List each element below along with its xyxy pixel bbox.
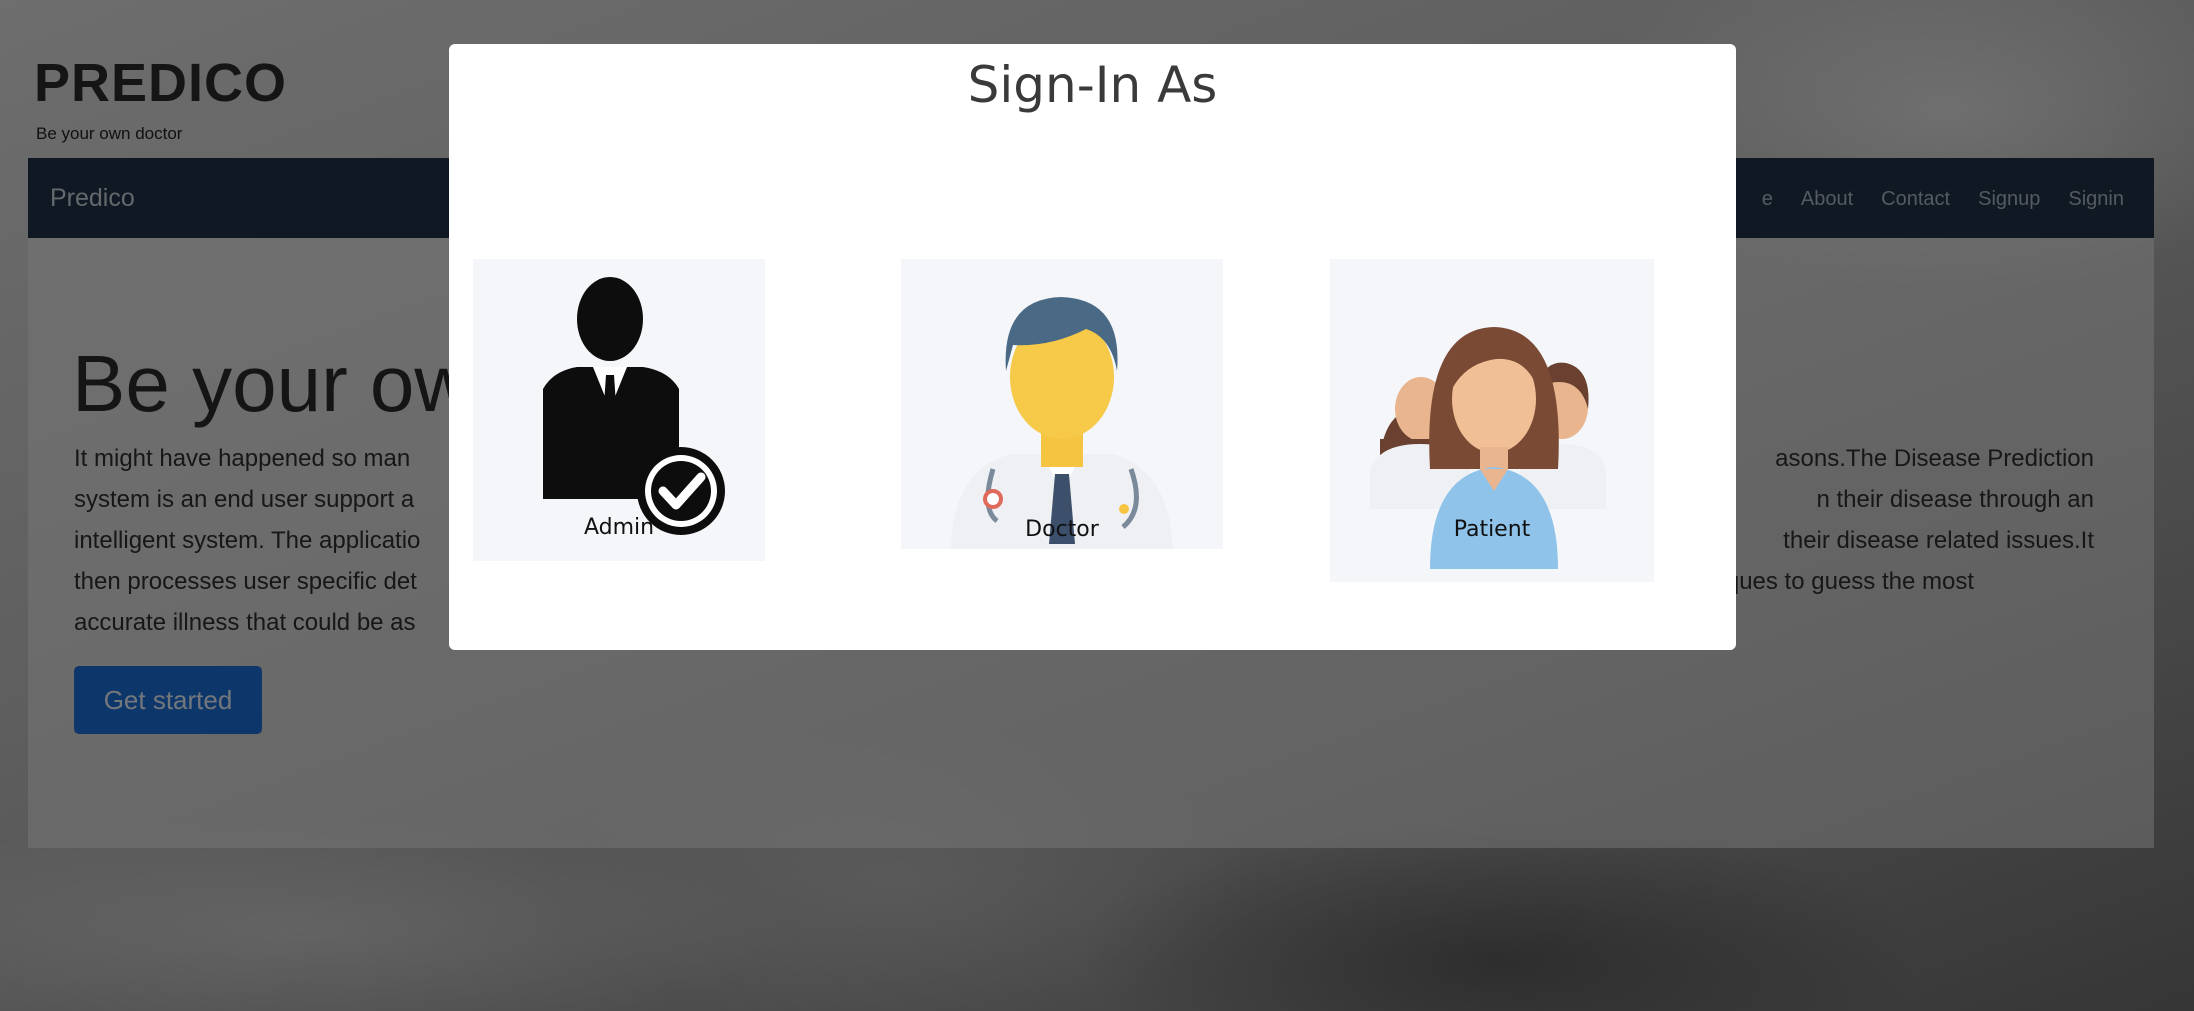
role-card-admin[interactable]: Admin (473, 259, 765, 561)
role-label-doctor: Doctor (1025, 517, 1099, 542)
role-label-admin: Admin (583, 515, 655, 540)
role-label-patient: Patient (1453, 517, 1531, 542)
modal-title: Sign-In As (967, 56, 1218, 114)
sign-in-modal: Sign-In As Admin Doctor Patient (449, 44, 1736, 650)
role-card-patient[interactable]: Patient (1330, 259, 1654, 582)
doctor-icon (951, 297, 1173, 549)
role-card-doctor[interactable]: Doctor (901, 259, 1223, 549)
